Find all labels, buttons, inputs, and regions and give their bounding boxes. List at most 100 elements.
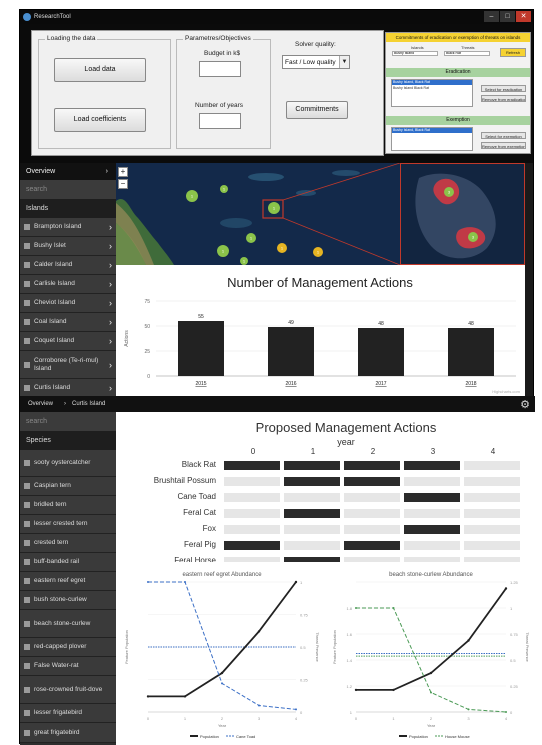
action-cell [344,541,400,550]
sidebar-item-label: lesser frigatebird [34,709,83,716]
breadcrumb-overview[interactable]: Overview [28,396,53,412]
select-exemption-button[interactable]: Select for exemption [481,132,526,139]
action-cell [224,477,280,486]
row-label: Feral Pig [184,540,216,549]
checkbox-icon [24,281,30,287]
bar-chart-title: Number of Management Actions [227,275,413,290]
commitments-panel: Commitments of eradication or exemption … [385,32,531,154]
maximize-button[interactable]: □ [500,11,515,22]
solver-select[interactable]: Fast / Low quality ▼ [282,55,350,69]
select-eradication-button[interactable]: Select for eradication [481,85,526,92]
series-line [148,581,297,710]
eradication-selected-row[interactable]: Bushy Island, Black Rat [392,80,472,85]
island-search-input[interactable]: search [20,180,116,199]
sidebar-item-species[interactable]: rose-crowned fruit-dove [20,676,116,704]
eradication-row[interactable]: Bushy Island Black Rat [393,86,429,90]
action-cell [284,557,340,562]
x-tick-label: 2017 [375,381,386,387]
action-cell [284,493,340,502]
series-point [147,581,149,583]
refresh-button[interactable]: Refresh [500,48,526,57]
sidebar-item-island[interactable]: Bushy Islet › [20,237,116,256]
load-data-button[interactable]: Load data [54,58,146,82]
row-label: Black Rat [182,460,217,469]
sidebar-item-species[interactable]: red-capped plover [20,638,116,657]
eradication-list[interactable]: Bushy Island, Black Rat Bushy Island Bla… [391,79,473,107]
sidebar-item-species[interactable]: bush stone-curlew [20,591,116,610]
island-select[interactable]: Bushy Island [392,51,438,56]
chevron-right-icon: › [109,317,112,327]
sidebar-item-species[interactable]: sooty oystercatcher [20,450,116,477]
sidebar-item-island[interactable]: Calder Island › [20,256,116,275]
sidebar-item-species[interactable]: crested tern [20,534,116,553]
loading-group-label: Loading the data [45,35,98,42]
sidebar-item-island[interactable]: Corroboree (Te-ri-mul) Island › [20,351,116,379]
load-coefficients-button[interactable]: Load coefficients [54,108,146,132]
bar [448,328,494,376]
species-search-input[interactable]: search [20,412,116,431]
checkbox-icon [24,460,30,466]
sidebar-item-label: Corroboree (Te-ri-mul) Island [34,356,99,372]
checkbox-icon [24,483,30,489]
row-label: Cane Toad [177,492,216,501]
zoom-out-button[interactable]: − [118,179,128,189]
sidebar-item-species[interactable]: great frigatebird [20,723,116,743]
sidebar-item-island[interactable]: Coal Island › [20,313,116,332]
sidebar-item-label: Curtis Island [34,383,71,391]
sidebar-item-species[interactable]: False Water-rat [20,657,116,676]
y-tick-label: 25 [144,349,150,355]
action-cell [464,477,520,486]
action-cell [344,461,400,470]
sidebar-item-species[interactable]: buff-banded rail [20,553,116,572]
y-axis-label: Actions [124,330,130,347]
chevron-right-icon: › [109,336,112,346]
zoom-in-button[interactable]: + [118,167,128,177]
sidebar-item-label: Bushy Islet [34,242,66,249]
sidebar-item-label: Carlisle Island [34,280,75,287]
sidebar-item-species[interactable]: lesser crested tern [20,515,116,534]
sidebar-item-species[interactable]: Caspian tern [20,477,116,496]
budget-input[interactable] [199,61,241,77]
commitments-button[interactable]: Commitments [286,101,348,119]
sidebar-item-species[interactable]: bridled tern [20,496,116,515]
sidebar-item-label: eastern reef egret [34,577,86,584]
series-point [184,581,186,583]
exemption-selected-row[interactable]: Bushy Island, Black Rat [392,128,472,133]
sidebar-item-island[interactable]: Cheviot Island › [20,294,116,313]
column-label: 0 [251,447,256,456]
sidebar-item-label: Coquet Island [34,337,75,344]
minimize-button[interactable]: – [484,11,499,22]
action-cell [404,477,460,486]
action-cell [464,509,520,518]
breadcrumb-island[interactable]: Curtis Island [72,396,105,412]
sidebar-item-species[interactable]: lesser frigatebird [20,704,116,723]
gear-icon[interactable]: ⚙ [520,397,530,413]
remove-eradication-button[interactable]: Remove from eradication [481,95,526,102]
sidebar-item-label: Caspian tern [34,482,71,489]
action-cell [464,541,520,550]
sidebar-item-island[interactable]: Brampton Island › [20,218,116,237]
window-title: ResearchTool [34,14,71,20]
island-inset-map[interactable]: 3 3 [400,163,525,265]
column-label: 4 [491,447,496,456]
sidebar-item-island[interactable]: Curtis Island › [20,379,116,397]
years-input[interactable] [199,113,241,129]
action-cell [224,525,280,534]
legend-label: House Mouse [445,734,470,739]
commitments-panel-title: Commitments of eradication or exemption … [386,33,530,42]
chart-credit: Highcharts.com [492,389,520,394]
sidebar-item-island[interactable]: Carlisle Island › [20,275,116,294]
sidebar-item-species[interactable]: beach stone-curlew [20,610,116,638]
column-label: 2 [371,447,376,456]
exemption-list[interactable]: Bushy Island, Black Rat [391,127,473,151]
islands-map[interactable]: 1 1 1 1 1 1 1 1 + − [116,163,400,265]
close-button[interactable]: ✕ [516,11,531,22]
y2-tick-label: 0 [300,710,303,715]
sidebar-item-island[interactable]: Coquet Island › [20,332,116,351]
threat-select[interactable]: Black Rat [444,51,490,56]
y2-tick-label: 1 [510,606,513,611]
sidebar-item-species[interactable]: eastern reef egret [20,572,116,591]
remove-exemption-button[interactable]: Remove from exemption [481,142,526,149]
action-cell [224,557,280,562]
overview-nav-header[interactable]: Overview › [20,163,116,180]
